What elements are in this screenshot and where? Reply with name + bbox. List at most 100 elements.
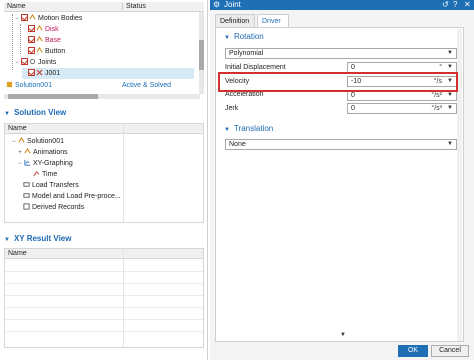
- help-icon[interactable]: ?: [453, 0, 457, 10]
- dialog-titlebar[interactable]: ⚙ Joint ↺ ? ✕: [210, 0, 474, 10]
- tree-item-joints[interactable]: − Joints: [14, 57, 56, 68]
- close-icon[interactable]: ✕: [464, 0, 471, 10]
- unit-label: °: [439, 64, 442, 71]
- col-name[interactable]: Name: [8, 250, 27, 257]
- section-title-text: XY Result View: [13, 234, 72, 243]
- solution-item-model-load[interactable]: Model and Load Pre-proce...: [23, 191, 121, 202]
- tree-item-j001[interactable]: J001: [22, 68, 194, 79]
- body-icon: [36, 25, 43, 31]
- tree-item-solution001[interactable]: Solution001 Active & Solved: [6, 80, 196, 91]
- section-title-text: Solution View: [13, 108, 67, 117]
- checkbox-icon[interactable]: [28, 47, 35, 54]
- tab-definition[interactable]: Definition: [215, 14, 255, 28]
- body-icon: [36, 47, 43, 53]
- joint-icon: [36, 69, 43, 76]
- checkbox-icon[interactable]: [21, 14, 28, 21]
- chevron-down-icon[interactable]: ▼: [447, 104, 453, 113]
- tree-item-label: Disk: [45, 26, 59, 33]
- scrollbar-thumb[interactable]: [8, 94, 98, 99]
- solution-icon: [18, 137, 25, 143]
- chevron-down-icon[interactable]: ▼: [447, 63, 453, 72]
- navigator-scrollbar[interactable]: [199, 12, 204, 94]
- cancel-button[interactable]: Cancel: [431, 345, 469, 357]
- solution-view-grid: Name − Solution001 + Animations − XY-Graphi…: [4, 123, 204, 223]
- tree-item-base[interactable]: Base: [28, 35, 61, 46]
- checkbox-icon[interactable]: [28, 69, 35, 76]
- grid-divider: [123, 124, 124, 222]
- grid-header: Name: [5, 249, 203, 259]
- solution-item-load-transfers[interactable]: Load Transfers: [23, 180, 79, 191]
- field-value: 0: [351, 64, 355, 71]
- grid-row: [5, 283, 203, 284]
- tree-item-label: Solution001: [15, 82, 52, 89]
- checkbox-icon[interactable]: [28, 36, 35, 43]
- tree-item-disk[interactable]: Disk: [28, 24, 59, 35]
- solution-item-xy-graphing[interactable]: − XY-Graphing: [17, 158, 73, 169]
- checkbox-icon[interactable]: [21, 58, 28, 65]
- rotation-group-title[interactable]: ▼ Rotation: [224, 31, 264, 43]
- velocity-highlight-box: [218, 72, 458, 92]
- joints-icon: [29, 58, 36, 65]
- status-text: Active & Solved: [122, 82, 172, 89]
- col-name[interactable]: Name: [7, 3, 26, 10]
- collapse-icon[interactable]: −: [14, 58, 20, 69]
- unit-label: °/s³: [431, 105, 442, 112]
- model-icon: [23, 193, 30, 198]
- tree-item-motion-bodies[interactable]: − Motion Bodies: [14, 13, 82, 24]
- collapse-arrow-icon[interactable]: ▼: [224, 127, 230, 133]
- translation-type-select[interactable]: None ▼: [225, 139, 457, 150]
- tree-line: [12, 14, 13, 70]
- tree-item-label: Button: [45, 48, 66, 55]
- tree-item-label: XY-Graphing: [33, 160, 73, 167]
- dialog-title: Joint: [224, 0, 241, 9]
- solution-item-solution001[interactable]: − Solution001: [11, 136, 64, 147]
- chevron-down-icon[interactable]: ▼: [447, 49, 453, 58]
- checkbox-icon[interactable]: [28, 25, 35, 32]
- load-transfer-icon: [23, 182, 30, 187]
- unit-label: °/s²: [431, 92, 442, 99]
- col-name[interactable]: Name: [8, 125, 27, 132]
- graph-icon: [24, 159, 31, 166]
- solution-item-time[interactable]: Time: [33, 169, 57, 180]
- ok-button[interactable]: OK: [398, 345, 428, 357]
- reset-icon[interactable]: ↺: [442, 0, 449, 10]
- jerk-label: Jerk: [225, 105, 239, 112]
- grid-row: [5, 307, 203, 308]
- navigator-hscrollbar[interactable]: [4, 94, 200, 99]
- tree-item-label: Joints: [38, 59, 57, 66]
- translation-group-title[interactable]: ▼ Translation: [224, 123, 273, 135]
- tree-line: [20, 24, 21, 54]
- grid-header: Name: [5, 124, 203, 134]
- more-down-icon[interactable]: ▼: [340, 332, 346, 338]
- grid-row: [5, 331, 203, 332]
- jerk-field[interactable]: 0 °/s³ ▼: [347, 103, 457, 114]
- chevron-down-icon[interactable]: ▼: [447, 91, 453, 100]
- chevron-down-icon[interactable]: ▼: [447, 140, 453, 149]
- collapse-arrow-icon[interactable]: ▼: [4, 237, 10, 243]
- solution-view-title[interactable]: ▼ Solution View: [4, 107, 66, 119]
- tree-item-label: Load Transfers: [32, 182, 79, 189]
- rotation-type-select[interactable]: Polynomial ▼: [225, 48, 457, 59]
- grid-row: [5, 319, 203, 320]
- screen: Name Status − Motion Bodies Disk Base But…: [0, 0, 474, 360]
- tree-item-label: Animations: [33, 149, 68, 156]
- tree-item-label: Derived Records: [32, 204, 85, 211]
- solution-item-animations[interactable]: + Animations: [17, 147, 68, 158]
- collapse-arrow-icon[interactable]: ▼: [224, 35, 230, 41]
- tree-item-button[interactable]: Button: [28, 46, 65, 57]
- solution-item-derived-records[interactable]: Derived Records: [23, 202, 84, 213]
- select-value: None: [229, 141, 246, 148]
- tab-driver[interactable]: Driver: [257, 14, 289, 28]
- collapse-icon[interactable]: −: [14, 14, 20, 25]
- joint-dialog: ⚙ Joint ↺ ? ✕ Definition Driver ▼ Rotatio…: [210, 0, 474, 360]
- xy-result-view-title[interactable]: ▼ XY Result View: [4, 233, 71, 245]
- collapse-arrow-icon[interactable]: ▼: [4, 111, 10, 117]
- col-status[interactable]: Status: [122, 3, 146, 10]
- group-title-text: Translation: [233, 124, 274, 133]
- tree-item-label: Base: [45, 37, 61, 44]
- collapse-icon[interactable]: −: [17, 159, 23, 170]
- records-icon: [23, 203, 30, 210]
- tree-item-label: Motion Bodies: [38, 15, 83, 22]
- gear-icon: ⚙: [213, 0, 221, 9]
- scrollbar-thumb[interactable]: [199, 40, 204, 70]
